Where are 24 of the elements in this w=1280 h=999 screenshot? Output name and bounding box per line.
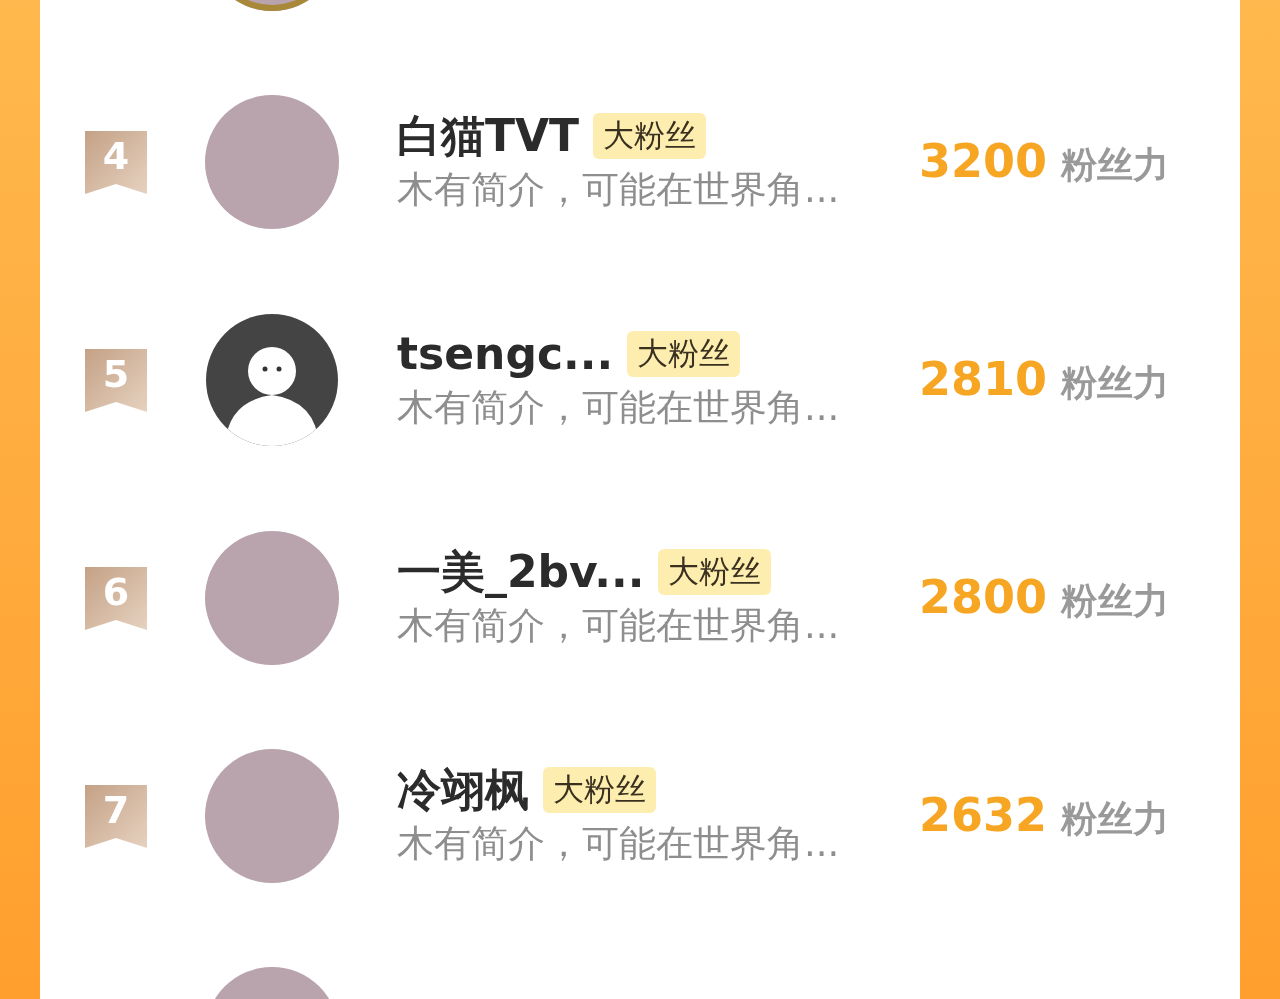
fan-score: 3200 [919,134,1048,188]
fan-level-badge: 大粉丝 [627,331,741,377]
rank-ribbon: 5 [85,348,147,412]
user-bio: 木有简介，可能在世界角... [397,167,841,213]
user-name[interactable]: tsengc... [397,326,614,382]
user-bio: 木有简介，可能在世界角... [397,603,841,649]
score-unit: 粉丝力 [1061,797,1170,841]
user-name[interactable]: 白猫TVT [397,108,580,164]
user-bio: 木有简介，可能在世界角... [397,821,841,867]
fan-level-badge: 大粉丝 [593,113,707,159]
fan-score: 2632 [919,788,1048,842]
score-unit: 粉丝力 [1061,361,1170,405]
user-name[interactable]: 一美_2bv... [397,544,645,600]
user-name[interactable]: 冷翊枫 [397,762,529,818]
score-unit: 粉丝力 [1061,579,1170,623]
fan-level-badge: 大粉丝 [658,549,772,595]
fan-level-badge: 大粉丝 [543,767,656,813]
rank-ribbon: 7 [85,784,147,848]
fan-score: 2810 [919,352,1048,406]
rank-ribbon: 4 [85,130,147,194]
score-unit: 粉丝力 [1061,143,1170,187]
user-bio: 木有简介，可能在世界角... [397,385,841,431]
fan-score: 2800 [919,570,1048,624]
rank-ribbon: 6 [85,566,147,630]
